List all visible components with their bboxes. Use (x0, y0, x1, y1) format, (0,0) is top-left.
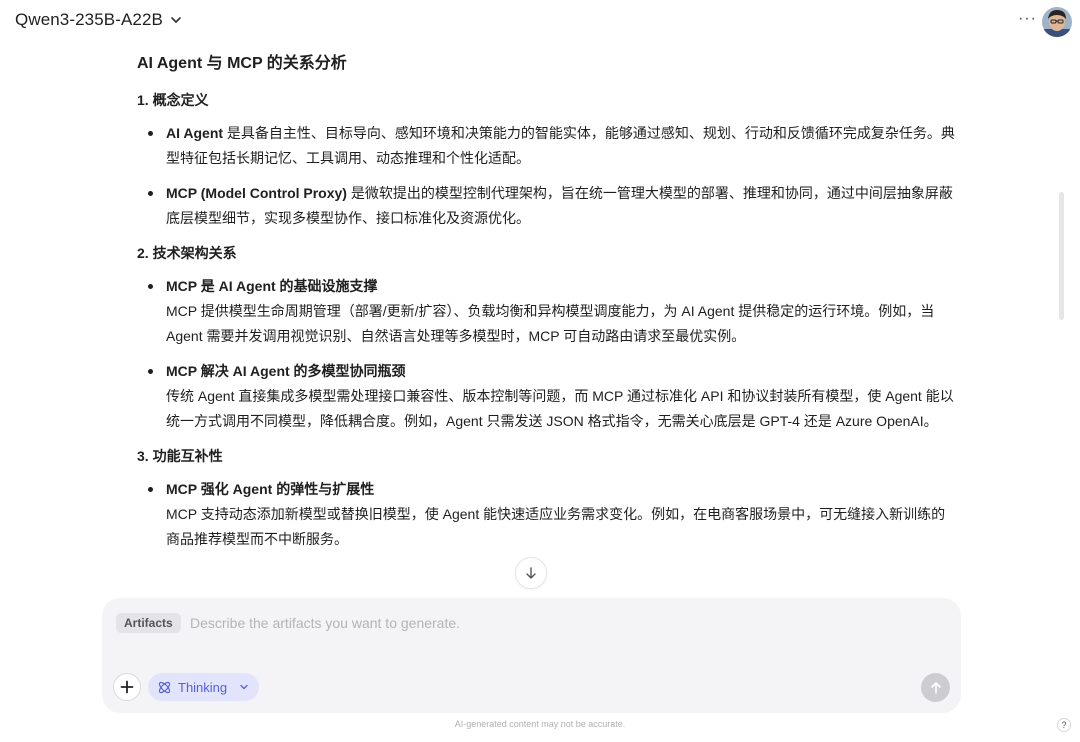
model-selector[interactable]: Qwen3-235B-A22B (15, 10, 183, 30)
list-item-term: MCP 解决 AI Agent 的多模型协同瓶颈 (166, 363, 406, 379)
scroll-to-bottom-button[interactable] (515, 557, 547, 589)
list-item-term: MCP 强化 Agent 的弹性与扩展性 (166, 481, 375, 497)
avatar[interactable] (1042, 7, 1072, 37)
send-button[interactable] (921, 673, 950, 702)
list-item-text: MCP 支持动态添加新模型或替换旧模型，使 Agent 能快速适应业务需求变化。… (166, 506, 946, 547)
message-title: AI Agent 与 MCP 的关系分析 (137, 55, 347, 72)
arrow-down-icon (526, 567, 536, 579)
section-heading: 3. 功能互补性 (137, 448, 223, 464)
list-item-text: MCP 提供模型生命周期管理（部署/更新/扩容）、负载均衡和异构模型调度能力，为… (166, 303, 935, 344)
chevron-down-icon (240, 684, 248, 690)
bullet-list: MCP 强化 Agent 的弹性与扩展性 MCP 支持动态添加新模型或替换旧模型，… (137, 477, 959, 552)
thinking-label: Thinking (178, 679, 228, 695)
list-item-text: 是具备自主性、目标导向、感知环境和决策能力的智能实体，能够通过感知、规划、行动和… (166, 125, 955, 166)
section-heading: 2. 技术架构关系 (137, 245, 237, 261)
ai-disclaimer: AI-generated content may not be accurate… (454, 719, 626, 729)
user-avatar-icon (1042, 7, 1072, 37)
list-item: MCP 是 AI Agent 的基础设施支撑 MCP 提供模型生命周期管理（部署/… (137, 274, 959, 349)
list-item-term: MCP (Model Control Proxy) (166, 185, 347, 201)
list-item-term: MCP 是 AI Agent 的基础设施支撑 (166, 278, 378, 294)
section-heading: 1. 概念定义 (137, 92, 209, 108)
arrow-up-icon (930, 681, 941, 694)
list-item: AI Agent 是具备自主性、目标导向、感知环境和决策能力的智能实体，能够通过… (137, 121, 959, 171)
model-name: Qwen3-235B-A22B (15, 10, 163, 29)
artifacts-tag[interactable]: Artifacts (116, 613, 181, 633)
scrollbar[interactable] (1059, 192, 1064, 320)
help-button[interactable]: ? (1057, 718, 1071, 732)
bullet-list: MCP 是 AI Agent 的基础设施支撑 MCP 提供模型生命周期管理（部署/… (137, 274, 959, 434)
chevron-down-icon (171, 17, 181, 23)
message-composer: Artifacts Describe the artifacts you wan… (102, 598, 961, 713)
plus-icon (120, 680, 134, 694)
assistant-message: AI Agent 与 MCP 的关系分析 1. 概念定义 AI Agent 是具… (137, 52, 959, 562)
list-item-term: AI Agent (166, 125, 224, 141)
list-item: MCP (Model Control Proxy) 是微软提出的模型控制代理架构… (137, 181, 959, 231)
list-item-text: 传统 Agent 直接集成多模型需处理接口兼容性、版本控制等问题，而 MCP 通… (166, 388, 954, 429)
list-item: MCP 强化 Agent 的弹性与扩展性 MCP 支持动态添加新模型或替换旧模型，… (137, 477, 959, 552)
prompt-input[interactable]: Describe the artifacts you want to gener… (190, 613, 460, 633)
list-item: MCP 解决 AI Agent 的多模型协同瓶颈传统 Agent 直接集成多模型… (137, 359, 959, 434)
bullet-list: AI Agent 是具备自主性、目标导向、感知环境和决策能力的智能实体，能够通过… (137, 121, 959, 231)
thinking-toggle[interactable]: Thinking (148, 673, 260, 701)
atom-icon (158, 681, 171, 693)
top-bar: Qwen3-235B-A22B ··· (0, 0, 1080, 44)
more-options-button[interactable]: ··· (1018, 10, 1037, 28)
add-attachment-button[interactable] (113, 673, 141, 701)
